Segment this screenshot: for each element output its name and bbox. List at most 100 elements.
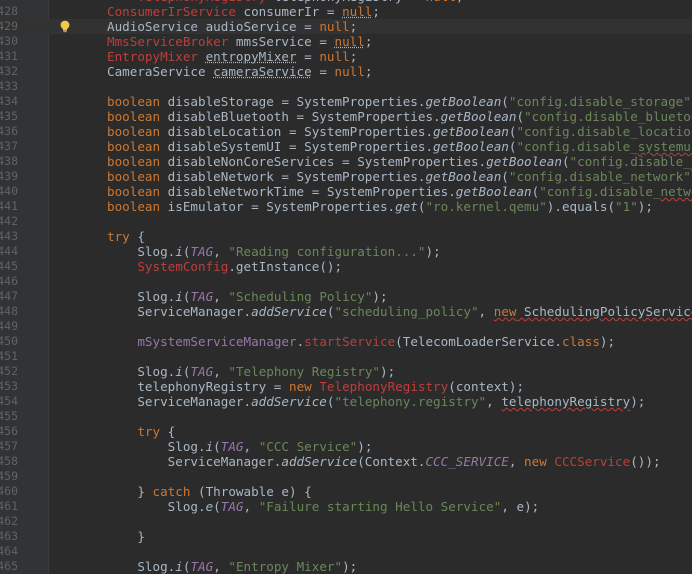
code-token: (Context. xyxy=(357,454,426,469)
code-line[interactable]: 440 boolean disableNetworkTime = SystemPr… xyxy=(0,184,692,199)
line-number: 439 xyxy=(0,169,18,183)
code-line[interactable]: 462 xyxy=(0,514,692,529)
code-line[interactable]: 431 EntropyMixer entropyMixer = null; xyxy=(0,49,692,64)
code-editor[interactable]: 427 TelephonyRegistry telephonyRegistry … xyxy=(0,0,692,574)
code-token: Slog. xyxy=(107,439,206,454)
code-line[interactable]: 439 boolean disableNetwork = SystemProper… xyxy=(0,169,692,184)
line-number: 461 xyxy=(0,499,18,513)
code-token: ()); xyxy=(630,454,661,469)
code-line[interactable]: 433 xyxy=(0,79,692,94)
code-token: i xyxy=(175,289,183,304)
code-line[interactable]: 458 ServiceManager.addService(Context.CC… xyxy=(0,454,692,469)
code-token: SchedulingPolicyService() xyxy=(524,304,692,319)
code-text: CameraService cameraService = null; xyxy=(107,64,372,79)
code-token: disableStorage = SystemProperties. xyxy=(160,94,426,109)
code-line[interactable]: 446 xyxy=(0,274,692,289)
code-token: disableBluetooth = SystemProperties. xyxy=(160,109,441,124)
code-line[interactable]: 435 boolean disableBluetooth = SystemProp… xyxy=(0,109,692,124)
code-line[interactable]: 457 Slog.i(TAG, "CCC Service"); xyxy=(0,439,692,454)
code-line[interactable]: 461 Slog.e(TAG, "Failure starting Hello … xyxy=(0,499,692,514)
code-line[interactable]: 443 try { xyxy=(0,229,692,244)
code-line[interactable]: 445 SystemConfig.getInstance(); xyxy=(0,259,692,274)
code-text: SystemConfig.getInstance(); xyxy=(107,259,342,274)
code-token: entropyMixer xyxy=(205,49,297,64)
code-token: TAG xyxy=(190,559,214,574)
code-token: MmsServiceBroker xyxy=(107,34,229,49)
code-line[interactable]: 453 telephonyRegistry = new TelephonyReg… xyxy=(0,379,692,394)
code-token: disableNetworkTime = SystemProperties. xyxy=(160,184,456,199)
code-line[interactable]: 459 xyxy=(0,469,692,484)
code-line[interactable]: 447 Slog.i(TAG, "Scheduling Policy"); xyxy=(0,289,692,304)
code-line[interactable]: 451 xyxy=(0,349,692,364)
code-line[interactable]: 454 ServiceManager.addService("telephony… xyxy=(0,394,692,409)
line-number: 435 xyxy=(0,109,18,123)
code-text: Slog.i(TAG, "Reading configuration..."); xyxy=(107,244,440,259)
code-token: "config.disable_bluetooth" xyxy=(524,109,692,124)
code-line[interactable]: 438 boolean disableNonCoreServices = Syst… xyxy=(0,154,692,169)
code-token: getBoolean xyxy=(433,139,509,154)
code-token: getBoolean xyxy=(433,124,509,139)
code-token: ServiceManager. xyxy=(107,454,282,469)
code-text: Slog.i(TAG, "Entropy Mixer"); xyxy=(107,559,357,574)
code-line[interactable]: 464 xyxy=(0,544,692,559)
code-text: Slog.i(TAG, "CCC Service"); xyxy=(107,439,373,454)
code-token: boolean xyxy=(107,139,161,154)
code-line[interactable]: 452 Slog.i(TAG, "Telephony Registry"); xyxy=(0,364,692,379)
code-token: getBoolean xyxy=(486,154,562,169)
code-line[interactable]: 434 boolean disableStorage = SystemProper… xyxy=(0,94,692,109)
code-line[interactable]: 432 CameraService cameraService = null; xyxy=(0,64,692,79)
code-text: boolean disableStorage = SystemPropertie… xyxy=(107,94,692,109)
line-number: 459 xyxy=(0,469,18,483)
code-line[interactable]: 465 Slog.i(TAG, "Entropy Mixer"); xyxy=(0,559,692,574)
code-area[interactable]: 427 TelephonyRegistry telephonyRegistry … xyxy=(0,0,692,574)
code-line[interactable]: 456 try { xyxy=(0,424,692,439)
code-token: i xyxy=(175,364,183,379)
code-line[interactable]: 463 } xyxy=(0,529,692,544)
code-token: ( xyxy=(213,499,221,514)
code-token: Slog. xyxy=(107,364,176,379)
code-line[interactable]: 460 } catch (Throwable e) { xyxy=(0,484,692,499)
code-token: ); xyxy=(637,199,653,214)
line-number: 445 xyxy=(0,259,18,273)
line-number: 451 xyxy=(0,349,18,363)
line-number: 434 xyxy=(0,94,18,108)
code-token: ); xyxy=(630,394,646,409)
code-line[interactable]: 429 AudioService audioService = null; xyxy=(0,19,692,34)
code-line[interactable]: 455 xyxy=(0,409,692,424)
code-line[interactable]: 428 ConsumerIrService consumerIr = null; xyxy=(0,4,692,19)
code-line[interactable]: 441 boolean isEmulator = SystemProperties… xyxy=(0,199,692,214)
code-token: i xyxy=(175,559,183,574)
code-token: , e); xyxy=(501,499,540,514)
code-line[interactable]: 442 xyxy=(0,214,692,229)
code-token: , xyxy=(478,304,494,319)
code-token: consumerIr = xyxy=(235,4,343,19)
code-text: Slog.i(TAG, "Telephony Registry"); xyxy=(107,364,395,379)
lightbulb-icon[interactable] xyxy=(59,20,71,33)
code-token: (TelecomLoaderService. xyxy=(395,334,562,349)
line-number: 438 xyxy=(0,154,18,168)
code-line[interactable]: 450 mSystemServiceManager.startService(T… xyxy=(0,334,692,349)
code-line[interactable]: 444 Slog.i(TAG, "Reading configuration..… xyxy=(0,244,692,259)
code-token: addService xyxy=(251,394,327,409)
code-token: (Throwable e) { xyxy=(190,484,312,499)
code-text: Slog.e(TAG, "Failure starting Hello Serv… xyxy=(107,499,540,514)
code-line[interactable]: 430 MmsServiceBroker mmsService = null; xyxy=(0,34,692,49)
code-token: "Scheduling Policy" xyxy=(228,289,373,304)
code-line[interactable]: 448 ServiceManager.addService("schedulin… xyxy=(0,304,692,319)
code-token: getBoolean xyxy=(425,169,502,184)
code-token: get xyxy=(395,199,418,214)
code-token: "config.disable_ xyxy=(569,154,691,169)
code-token: ).equals( xyxy=(546,199,616,214)
code-line[interactable]: 449 xyxy=(0,319,692,334)
line-number: 458 xyxy=(0,454,18,468)
code-token: disableLocation = SystemProperties. xyxy=(160,124,434,139)
code-token: null xyxy=(334,34,365,49)
code-line[interactable]: 436 boolean disableLocation = SystemPrope… xyxy=(0,124,692,139)
line-number: 464 xyxy=(0,544,18,558)
code-token: isEmulator = SystemProperties. xyxy=(160,199,396,214)
code-token: mmsService = xyxy=(228,34,335,49)
code-line[interactable]: 437 boolean disableSystemUI = SystemPrope… xyxy=(0,139,692,154)
line-number: 450 xyxy=(0,334,18,348)
code-token: SystemConfig xyxy=(137,259,229,274)
